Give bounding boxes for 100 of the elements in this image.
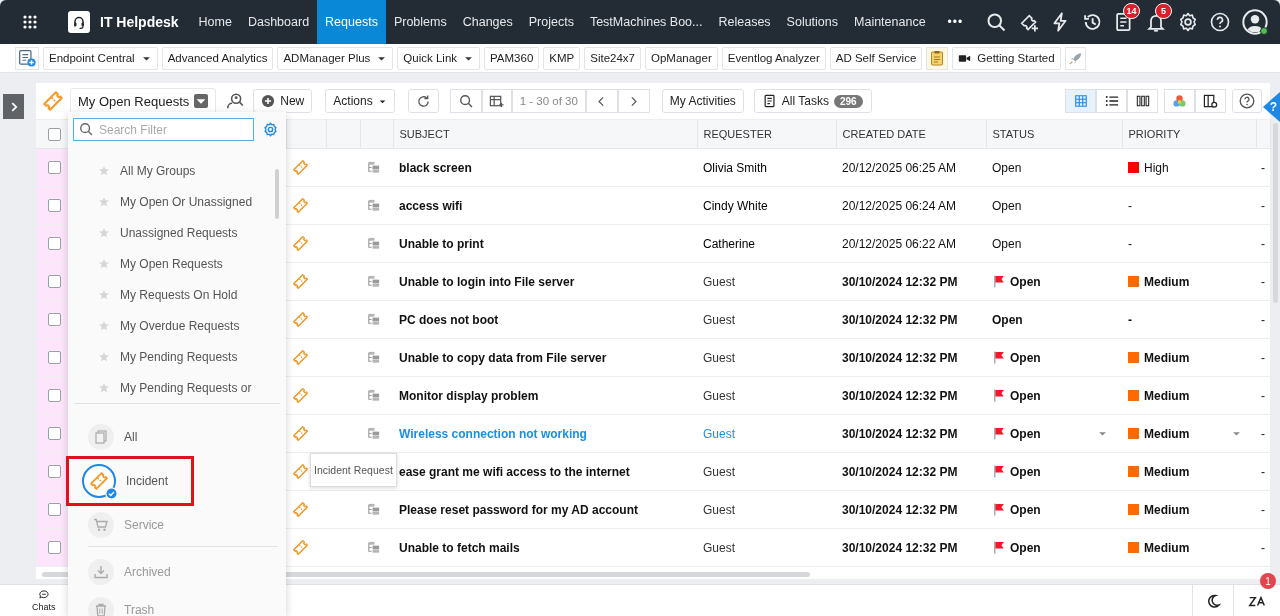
subject-link[interactable]: PC does not boot — [399, 312, 499, 327]
priority-text: Medium — [1144, 388, 1190, 403]
created-date: 20/12/2025 06:22 AM — [842, 236, 957, 251]
column-header[interactable]: REQUESTER — [703, 128, 772, 140]
subject-link[interactable]: Wireless connection not working — [399, 426, 587, 441]
getting-started-link[interactable]: Getting Started — [952, 46, 1061, 70]
status-text: Open — [1010, 350, 1041, 365]
requester-name: Guest — [703, 464, 735, 479]
app-title: IT Helpdesk — [100, 14, 179, 30]
subject-link[interactable]: black screen — [399, 160, 472, 175]
created-date: 30/10/2024 12:32 PM — [842, 350, 958, 365]
filter-item[interactable]: My Pending Requests — [120, 349, 238, 364]
requester-name: Guest — [703, 388, 735, 403]
column-header[interactable]: STATUS — [992, 128, 1035, 140]
requester-name: Guest — [703, 312, 735, 327]
more-menu[interactable]: ••• — [933, 0, 974, 44]
column-header[interactable]: PRIORITY — [1128, 128, 1181, 140]
filter-item[interactable]: Unassigned Requests — [120, 225, 238, 240]
created-date: 30/10/2024 12:32 PM — [842, 426, 958, 441]
priority-text: Medium — [1144, 502, 1190, 517]
all-tasks-button[interactable]: All Tasks 296 — [753, 89, 872, 113]
category-item[interactable]: All — [68, 418, 286, 456]
priority-text: Medium — [1144, 464, 1190, 479]
quick-link[interactable]: Eventlog Analyzer — [721, 46, 826, 70]
category-item[interactable]: Incident — [84, 464, 169, 498]
nav-tab[interactable]: Dashboard — [239, 0, 318, 44]
nav-tab[interactable]: Changes — [454, 0, 521, 44]
requester-name: Guest — [703, 350, 735, 365]
requester-name[interactable]: Guest — [703, 426, 735, 441]
subject-link[interactable]: Unable to print — [399, 236, 484, 251]
requester-name: Olivia Smith — [703, 160, 767, 175]
quick-link[interactable]: OpManager — [645, 46, 718, 70]
requester-name: Cindy White — [703, 198, 768, 213]
table-cell: - — [1261, 198, 1265, 213]
actions-button[interactable]: Actions — [325, 89, 395, 113]
created-date: 20/12/2025 06:24 AM — [842, 198, 957, 213]
my-activities-button[interactable]: My Activities — [661, 89, 744, 113]
table-cell: - — [1261, 160, 1265, 175]
quick-link[interactable]: KMP — [543, 46, 581, 70]
priority-text: - — [1128, 312, 1132, 327]
priority-text: Medium — [1144, 426, 1190, 441]
quick-link[interactable]: Site24x7 — [584, 46, 641, 70]
filter-item[interactable]: My Pending Requests or — [120, 380, 252, 395]
subject-link[interactable]: access wifi — [399, 198, 463, 213]
table-cell: - — [1261, 426, 1265, 441]
nav-tab[interactable]: Projects — [520, 0, 582, 44]
priority-text: Medium — [1144, 350, 1190, 365]
subject-link[interactable]: Monitor display problem — [399, 388, 539, 403]
filter-item[interactable]: My Open Or Unassigned — [120, 194, 253, 209]
status-text: Open — [1010, 540, 1041, 555]
view-selector[interactable]: My Open Requests — [70, 88, 217, 114]
table-cell: - — [1261, 312, 1265, 327]
created-date: 20/12/2025 06:25 AM — [842, 160, 957, 175]
requester-name: Guest — [703, 274, 735, 289]
requester-name: Guest — [703, 540, 735, 555]
column-header[interactable]: SUBJECT — [399, 128, 450, 140]
quick-link[interactable]: AD Self Service — [829, 46, 923, 70]
priority-text: High — [1144, 160, 1169, 175]
nav-tab[interactable]: Maintenance — [846, 0, 934, 44]
created-date: 30/10/2024 12:32 PM — [842, 540, 958, 555]
status-text: Open — [1010, 274, 1041, 289]
filter-item[interactable]: My Overdue Requests — [120, 318, 240, 333]
tooltip: Incident Request — [310, 453, 397, 487]
subject-link[interactable]: Please reset password for my AD account — [399, 502, 638, 517]
subject-link[interactable]: ease grant me wifi access to the internet — [399, 464, 630, 479]
status-text: Open — [992, 312, 1023, 327]
filter-item[interactable]: My Requests On Hold — [120, 287, 238, 302]
status-text: Open — [1010, 388, 1041, 403]
count-badge: 1 — [1260, 573, 1276, 589]
table-cell: - — [1261, 540, 1265, 555]
quick-link[interactable]: ADManager Plus — [277, 46, 394, 70]
quick-link[interactable]: Quick Link — [397, 46, 481, 70]
nav-tab[interactable]: Problems — [385, 0, 455, 44]
priority-text: - — [1128, 236, 1132, 251]
created-date: 30/10/2024 12:32 PM — [842, 312, 958, 327]
filter-item[interactable]: All My Groups — [120, 163, 196, 178]
nav-tab[interactable]: Solutions — [778, 0, 847, 44]
filter-item[interactable]: My Open Requests — [120, 256, 223, 271]
count-badge: 296 — [834, 94, 863, 108]
nav-tab[interactable]: Requests — [317, 0, 386, 44]
priority-text: - — [1128, 198, 1132, 213]
nav-tab[interactable]: Releases — [710, 0, 779, 44]
pagination-label: 1 - 30 of 30 — [511, 89, 586, 113]
table-cell: - — [1261, 274, 1265, 289]
subject-link[interactable]: Unable to login into File server — [399, 274, 575, 289]
quick-link[interactable]: PAM360 — [484, 46, 540, 70]
table-cell: - — [1261, 464, 1265, 479]
created-date: 30/10/2024 12:32 PM — [842, 464, 958, 479]
subject-link[interactable]: Unable to copy data from File server — [399, 350, 607, 365]
search-field[interactable]: Search Filter — [73, 118, 254, 141]
priority-text: Medium — [1144, 540, 1190, 555]
nav-tab[interactable]: TestMachines Boo... — [581, 0, 711, 44]
quick-link[interactable]: Endpoint Central — [43, 46, 158, 70]
quick-link[interactable]: Advanced Analytics — [161, 46, 274, 70]
new-button[interactable]: New — [253, 89, 313, 113]
status-text: Open — [1010, 426, 1041, 441]
created-date: 30/10/2024 12:32 PM — [842, 502, 958, 517]
nav-tab[interactable]: Home — [190, 0, 240, 44]
chats-button[interactable]: Chats — [32, 585, 56, 616]
subject-link[interactable]: Unable to fetch mails — [399, 540, 520, 555]
